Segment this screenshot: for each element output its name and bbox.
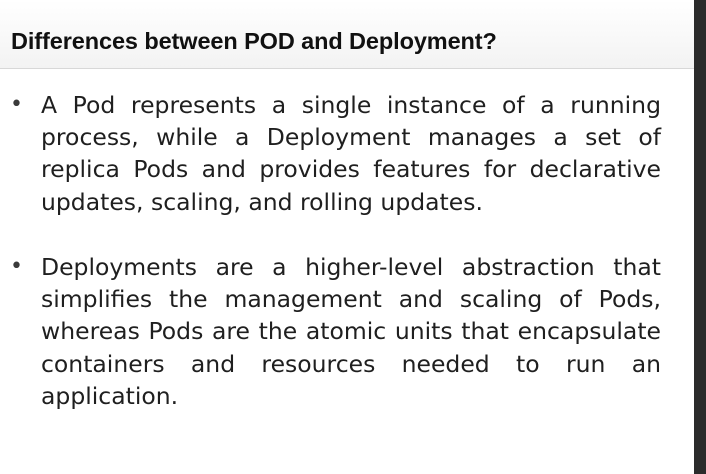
bullet-point-icon: • xyxy=(10,92,23,117)
bullet-point-icon: • xyxy=(10,254,23,279)
bullet-list: • A Pod represents a single instance of … xyxy=(0,0,694,474)
window-edge xyxy=(694,0,706,474)
bullet-text: A Pod represents a single instance of a … xyxy=(41,91,661,216)
bullet-text: Deployments are a higher-level abstracti… xyxy=(41,253,661,410)
